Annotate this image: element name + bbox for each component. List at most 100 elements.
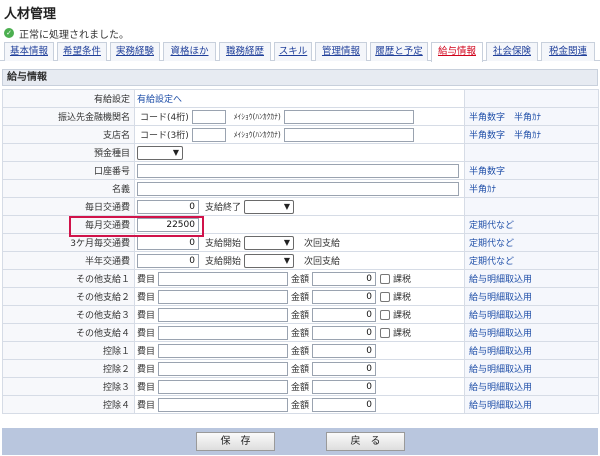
other4-tax-checkbox[interactable] <box>380 327 391 338</box>
form-row: 控除３ 費目 金額 0 給与明細取込用 <box>2 377 599 396</box>
back-button[interactable]: 戻 る <box>326 432 405 451</box>
quarterly-start-label: 支給開始 <box>205 239 242 249</box>
account-holder-input[interactable] <box>137 181 459 196</box>
other2-item-input[interactable] <box>158 289 289 304</box>
quarterly-start-select[interactable]: ▼ <box>244 235 295 250</box>
tax-label: 課税 <box>393 329 412 339</box>
half-start-select[interactable]: ▼ <box>244 253 295 268</box>
tab-salary-info[interactable]: 給与情報 <box>431 42 483 62</box>
item-label: 費目 <box>137 275 156 285</box>
amount-label: 金額 <box>291 311 310 321</box>
deduction3-amount-input[interactable]: 0 <box>312 379 377 394</box>
other3-amount-input[interactable]: 0 <box>312 307 377 322</box>
other2-label: その他支給２ <box>2 287 135 306</box>
daily-end-label: 支給終了 <box>205 203 242 213</box>
branch-code-input[interactable] <box>191 127 226 142</box>
deduction4-item-input[interactable] <box>158 397 289 412</box>
bank-kana-label: ﾒｲｼｮｳ(ﾊﾝｶｸｶﾅ) <box>233 112 281 121</box>
half-fare-input[interactable]: 0 <box>137 253 199 268</box>
other1-amount-input[interactable]: 0 <box>312 271 377 286</box>
save-button[interactable]: 保 存 <box>196 432 275 451</box>
quarterly-fare-input[interactable]: 0 <box>137 235 199 250</box>
amount-label: 金額 <box>291 347 310 357</box>
item-label: 費目 <box>137 365 156 375</box>
deduction1-amount-input[interactable]: 0 <box>312 343 377 358</box>
form-row: 毎日交通費 0 支給終了 ▼ <box>2 197 599 216</box>
tab-work-experience[interactable]: 実務経験 <box>110 42 160 61</box>
deposit-label: 預金種目 <box>2 143 135 162</box>
deduction2-amount-input[interactable]: 0 <box>312 361 377 376</box>
tab-career-history[interactable]: 職務経歴 <box>219 42 271 61</box>
amount-label: 金額 <box>291 329 310 339</box>
status-message-text: 正常に処理されました。 <box>19 29 129 41</box>
bank-code-input[interactable] <box>191 109 226 124</box>
item-label: 費目 <box>137 401 156 411</box>
other4-note: 給与明細取込用 <box>464 323 599 342</box>
deduction2-item-input[interactable] <box>158 361 289 376</box>
item-label: 費目 <box>137 329 156 339</box>
bank-kana-input[interactable] <box>283 109 414 124</box>
check-circle-icon: ✓ <box>4 28 14 38</box>
item-label: 費目 <box>137 383 156 393</box>
account-number-input[interactable] <box>137 163 459 178</box>
form-row: 口座番号 半角数字 <box>2 161 599 180</box>
salary-form: 有給設定 有給設定へ 振込先金融機関名 コード(4桁) ﾒｲｼｮｳ(ﾊﾝｶｸｶﾅ)… <box>2 89 599 414</box>
form-row: 3ケ月毎交通費 0 支給開始 ▼ 次回支給 定期代など <box>2 233 599 252</box>
tab-qualifications[interactable]: 資格ほか <box>163 42 216 61</box>
tab-management-info[interactable]: 管理情報 <box>315 42 367 61</box>
deduction3-note: 給与明細取込用 <box>464 377 599 396</box>
other1-item-input[interactable] <box>158 271 289 286</box>
form-row: 有給設定 有給設定へ <box>2 89 599 108</box>
branch-label: 支店名 <box>2 125 135 144</box>
daily-end-select[interactable]: ▼ <box>244 199 295 214</box>
branch-kana-input[interactable] <box>283 127 414 142</box>
form-row: その他支給２ 費目 金額 0 課税 給与明細取込用 <box>2 287 599 306</box>
deposit-type-select[interactable]: ▼ <box>137 145 183 160</box>
item-label: 費目 <box>137 311 156 321</box>
section-header: 給与情報 <box>2 69 598 86</box>
other3-item-input[interactable] <box>158 307 289 322</box>
deduction4-amount-input[interactable]: 0 <box>312 397 377 412</box>
tax-label: 課税 <box>393 311 412 321</box>
other1-note: 給与明細取込用 <box>464 269 599 288</box>
chevron-down-icon: ▼ <box>283 237 291 247</box>
deduction3-item-input[interactable] <box>158 379 289 394</box>
other1-tax-checkbox[interactable] <box>380 273 391 284</box>
daily-fare-input[interactable]: 0 <box>137 199 199 214</box>
other4-amount-input[interactable]: 0 <box>312 325 377 340</box>
holder-note: 半角ｶﾅ <box>464 179 599 198</box>
tab-skills[interactable]: スキル <box>274 42 312 61</box>
other4-item-input[interactable] <box>158 325 289 340</box>
branch-code-label: コード(3桁) <box>140 131 189 141</box>
other1-label: その他支給１ <box>2 269 135 288</box>
tab-social-insurance[interactable]: 社会保険 <box>486 42 538 61</box>
tax-label: 課税 <box>393 275 412 285</box>
form-row: その他支給１ 費目 金額 0 課税 給与明細取込用 <box>2 269 599 288</box>
other3-tax-checkbox[interactable] <box>380 309 391 320</box>
other2-tax-checkbox[interactable] <box>380 291 391 302</box>
monthly-label: 毎月交通費 <box>2 215 135 234</box>
amount-label: 金額 <box>291 383 310 393</box>
monthly-fare-input[interactable]: 22500 <box>137 217 199 232</box>
form-row: 支店名 コード(3桁) ﾒｲｼｮｳ(ﾊﾝｶｸｶﾅ) 半角数字 半角ｶﾅ <box>2 125 599 144</box>
form-row: その他支給４ 費目 金額 0 課税 給与明細取込用 <box>2 323 599 342</box>
amount-label: 金額 <box>291 365 310 375</box>
bank-code-label: コード(4桁) <box>140 113 189 123</box>
other3-label: その他支給３ <box>2 305 135 324</box>
tab-desired-conditions[interactable]: 希望条件 <box>57 42 107 61</box>
yukyu-settings-link[interactable]: 有給設定へ <box>137 95 182 105</box>
amount-label: 金額 <box>291 275 310 285</box>
tab-history-schedule[interactable]: 履歴と予定 <box>370 42 428 61</box>
deduction1-item-input[interactable] <box>158 343 289 358</box>
status-message: ✓ 正常に処理されました。 <box>4 26 129 41</box>
tab-tax[interactable]: 税金関連 <box>541 42 595 61</box>
deduction2-label: 控除２ <box>2 359 135 378</box>
other2-amount-input[interactable]: 0 <box>312 289 377 304</box>
amount-label: 金額 <box>291 401 310 411</box>
half-note: 定期代など <box>464 251 599 270</box>
half-next-label: 次回支給 <box>304 257 341 267</box>
tab-basic-info[interactable]: 基本情報 <box>4 42 54 61</box>
quarterly-next-label: 次回支給 <box>304 239 341 249</box>
other3-note: 給与明細取込用 <box>464 305 599 324</box>
deduction1-label: 控除１ <box>2 341 135 360</box>
